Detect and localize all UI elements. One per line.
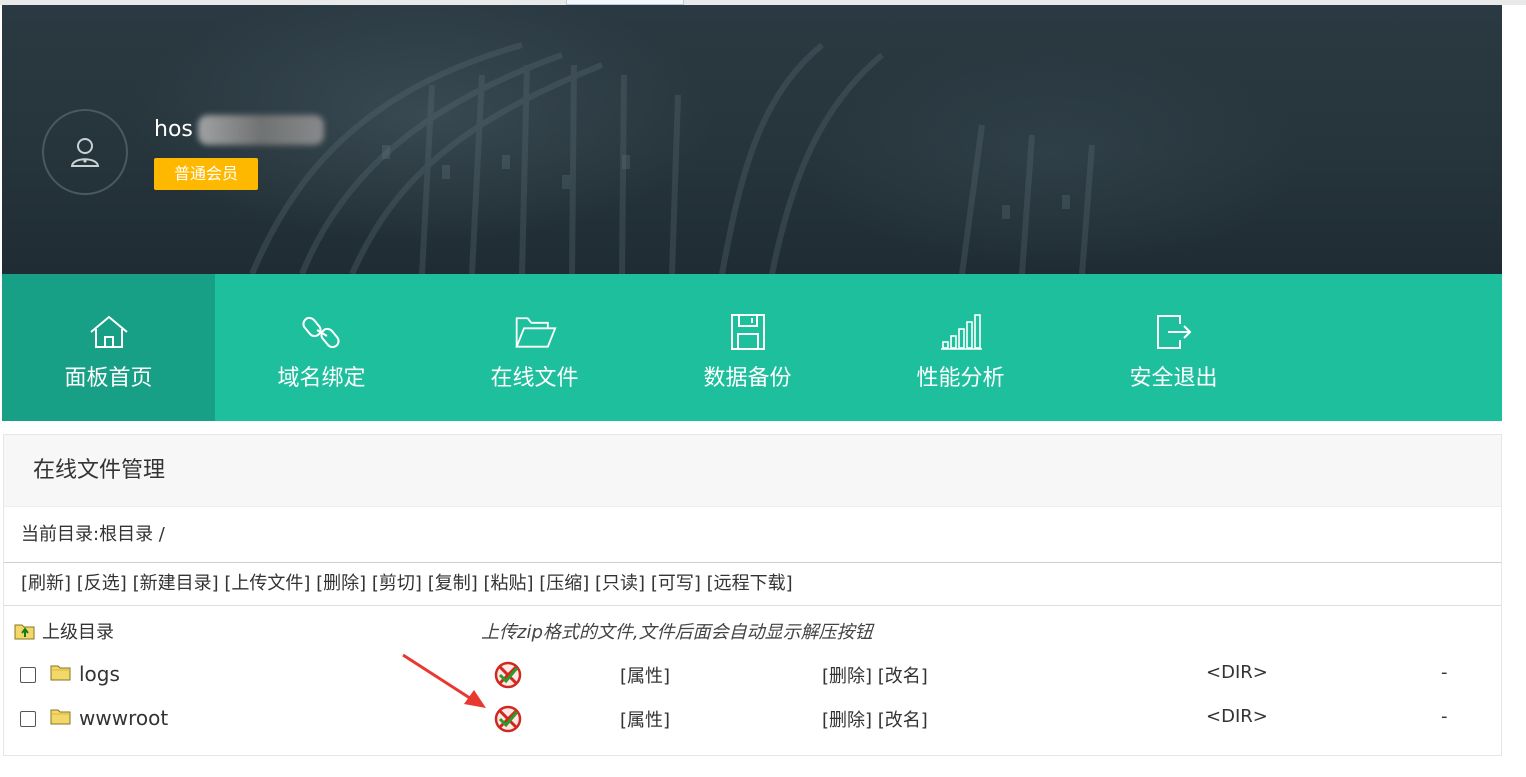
avatar: [42, 109, 128, 195]
table-row: wwwroot [属性] [删除] [改名] <DIR> -: [4, 696, 1501, 740]
nav-label: 数据备份: [703, 366, 792, 391]
nav-item-logout[interactable]: 安全退出: [1067, 274, 1280, 421]
refresh-button[interactable]: [刷新]: [21, 573, 71, 594]
unzip-icon[interactable]: [493, 704, 523, 734]
row-rename-link[interactable]: [改名]: [878, 666, 928, 687]
properties-link[interactable]: [属性]: [620, 662, 670, 688]
read-only-button[interactable]: [只读]: [595, 573, 645, 594]
panel-title: 在线文件管理: [4, 435, 1501, 507]
row-actions: [删除] [改名]: [822, 706, 928, 732]
logout-icon: [1156, 315, 1191, 349]
parent-directory-link[interactable]: 上级目录: [14, 618, 114, 644]
nav-item-domain-binding[interactable]: 域名绑定: [215, 274, 428, 421]
file-type: <DIR>: [1206, 662, 1268, 683]
main-nav: 面板首页 域名绑定 在线文件 数据备份 性能分析 安全退出: [2, 274, 1502, 421]
paste-button[interactable]: [粘贴]: [483, 573, 533, 594]
delete-button[interactable]: [删除]: [316, 573, 366, 594]
file-size: -: [1441, 706, 1448, 727]
compress-button[interactable]: [压缩]: [539, 573, 589, 594]
annotation-arrow: [402, 653, 486, 708]
folder-icon: [50, 709, 71, 725]
properties-link[interactable]: [属性]: [620, 706, 670, 732]
username: hos: [154, 117, 193, 142]
upload-hint: 上传zip格式的文件,文件后面会自动显示解压按钮: [481, 622, 873, 643]
folder-open-icon: [514, 317, 557, 348]
file-manager-panel: 在线文件管理 当前目录:根目录 / [刷新] [反选] [新建目录] [上传文件…: [3, 434, 1502, 756]
writable-button[interactable]: [可写]: [651, 573, 701, 594]
folder-up-icon: [14, 624, 35, 640]
nav-item-performance[interactable]: 性能分析: [854, 274, 1067, 421]
nav-item-data-backup[interactable]: 数据备份: [641, 274, 854, 421]
row-checkbox[interactable]: [20, 711, 36, 727]
nav-label: 性能分析: [916, 366, 1005, 391]
new-folder-button[interactable]: [新建目录]: [133, 573, 219, 594]
link-icon: [301, 316, 340, 349]
row-checkbox[interactable]: [20, 667, 36, 683]
username-redaction: [198, 115, 324, 145]
table-row: logs [属性] [删除] [改名] <DIR> -: [4, 652, 1501, 696]
parent-directory-label: 上级目录: [42, 622, 114, 643]
current-dir-path: 根目录 /: [99, 524, 165, 545]
upload-file-button[interactable]: [上传文件]: [224, 573, 310, 594]
file-toolbar: [刷新] [反选] [新建目录] [上传文件] [删除] [剪切] [复制] […: [4, 563, 1501, 606]
remote-download-button[interactable]: [远程下载]: [707, 573, 793, 594]
nav-item-online-files[interactable]: 在线文件: [428, 274, 641, 421]
nav-item-dashboard[interactable]: 面板首页: [2, 274, 215, 421]
user-icon: [70, 138, 100, 167]
nav-label: 面板首页: [64, 366, 153, 391]
nav-label: 在线文件: [490, 366, 579, 391]
profile-banner: hos 普通会员: [2, 5, 1502, 274]
save-icon: [730, 314, 765, 350]
home-icon: [89, 315, 128, 348]
invert-selection-button[interactable]: [反选]: [77, 573, 127, 594]
cut-button[interactable]: [剪切]: [372, 573, 422, 594]
folder-icon: [50, 665, 71, 681]
file-name[interactable]: logs: [79, 662, 120, 686]
row-delete-link[interactable]: [删除]: [822, 710, 872, 731]
current-dir-label: 当前目录:: [21, 524, 100, 545]
row-actions: [删除] [改名]: [822, 662, 928, 688]
row-delete-link[interactable]: [删除]: [822, 666, 872, 687]
unzip-icon[interactable]: [493, 660, 523, 690]
file-size: -: [1441, 662, 1448, 683]
row-rename-link[interactable]: [改名]: [878, 710, 928, 731]
nav-label: 域名绑定: [277, 366, 366, 391]
nav-label: 安全退出: [1129, 366, 1218, 391]
current-directory: 当前目录:根目录 /: [4, 507, 1501, 563]
member-level-badge: 普通会员: [154, 158, 258, 190]
parent-directory-row: 上级目录 上传zip格式的文件,文件后面会自动显示解压按钮: [4, 606, 1501, 652]
file-name[interactable]: wwwroot: [79, 706, 168, 730]
file-type: <DIR>: [1206, 706, 1268, 727]
bar-chart-icon: [940, 314, 982, 350]
copy-button[interactable]: [复制]: [428, 573, 478, 594]
